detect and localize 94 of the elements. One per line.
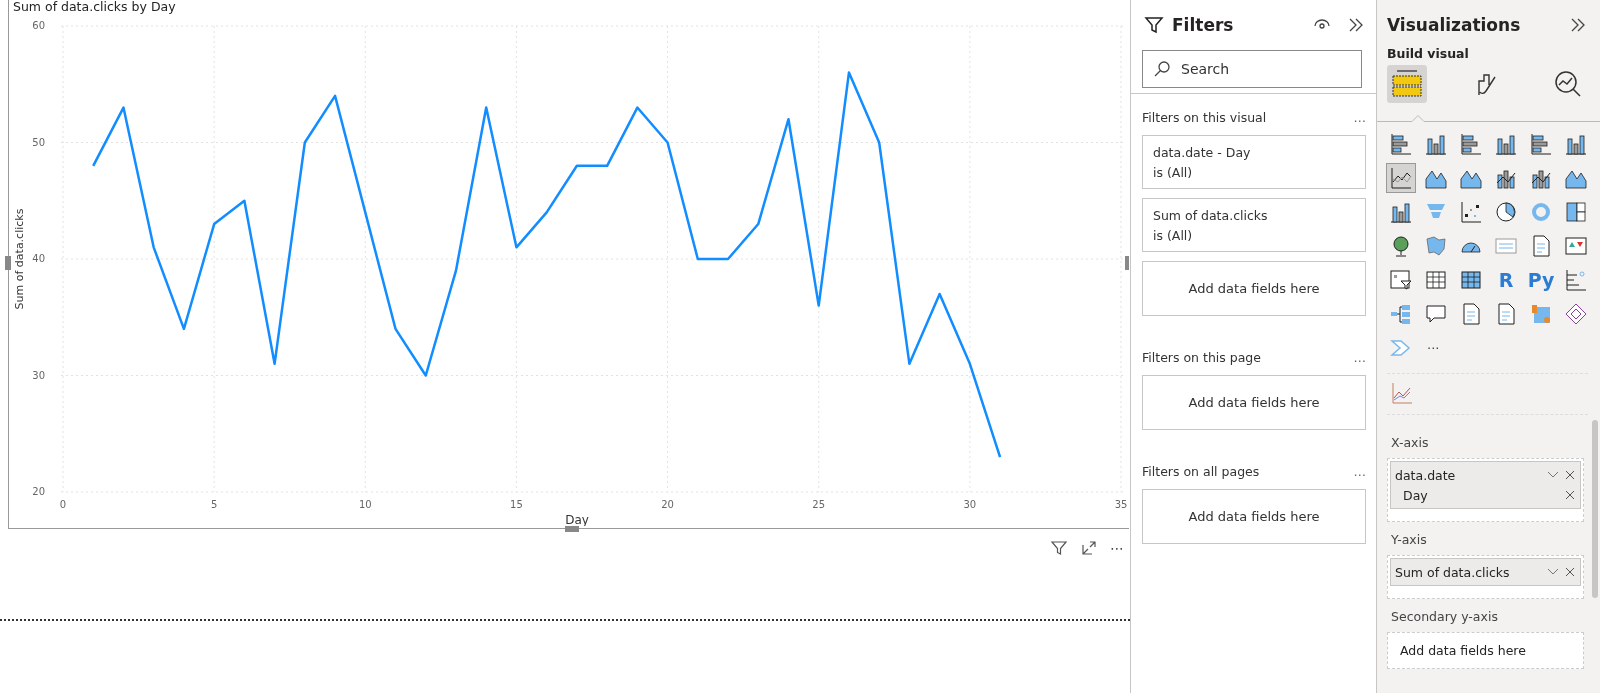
y-tick-label: 30	[32, 369, 45, 381]
filter-icon	[1144, 15, 1164, 35]
more-options-button[interactable]: …	[1353, 350, 1366, 365]
donut-chart-icon	[1530, 201, 1552, 223]
field-pill[interactable]: Sum of data.clicks	[1390, 558, 1581, 586]
x-tick-label: 35	[1114, 499, 1128, 510]
well-title: Secondary y-axis	[1390, 608, 1499, 626]
filter-field-name: Sum of data.clicks	[1153, 207, 1269, 223]
chevron-down-icon[interactable]	[1547, 471, 1559, 479]
filter-card[interactable]: Sum of data.clicks is (All)	[1142, 198, 1366, 252]
y-tick-label: 60	[32, 20, 45, 31]
resize-handle[interactable]	[5, 256, 11, 270]
visual-type-button[interactable]: Py	[1526, 265, 1556, 295]
decomposition-tree-icon	[1390, 303, 1412, 325]
table-icon	[1425, 269, 1447, 291]
search-icon	[1153, 60, 1171, 78]
section-title: Filters on all pages	[1142, 464, 1260, 479]
section-title: Filters on this page	[1142, 350, 1261, 365]
chevron-icon	[1390, 337, 1412, 359]
key-influencers-icon	[1565, 269, 1587, 291]
well-title: X-axis	[1390, 434, 1430, 452]
pie-chart-icon	[1495, 201, 1517, 223]
build-visual-label: Build visual	[1386, 45, 1470, 61]
y-tick-label: 50	[32, 136, 45, 148]
clustered-bar-chart-icon	[1460, 133, 1482, 155]
fields-icon	[1391, 69, 1423, 99]
field-name: Sum of data.clicks	[1395, 564, 1510, 580]
y-tick-label: 20	[32, 486, 45, 497]
field-name: Day	[1403, 487, 1428, 503]
section-title: Filters on this visual	[1142, 110, 1267, 125]
report-page-icon	[1495, 303, 1517, 325]
visualizations-title: Visualizations	[1387, 15, 1521, 35]
chart-title: Sum of data.clicks by Day	[12, 0, 177, 16]
x-tick-label: 5	[210, 499, 218, 510]
drop-zone[interactable]: Add data fields here	[1142, 261, 1366, 316]
x-axis-title: Day	[565, 513, 589, 526]
diamond-icon	[1565, 303, 1587, 325]
search-field[interactable]: Search	[1142, 50, 1362, 88]
close-icon[interactable]	[1565, 490, 1575, 500]
close-icon[interactable]	[1565, 470, 1575, 480]
drop-zone[interactable]: Add data fields here	[1142, 375, 1366, 430]
clustered-column-chart-icon	[1495, 133, 1517, 155]
x-tick-label: 0	[59, 499, 67, 510]
more-options-button[interactable]: …	[1353, 110, 1366, 125]
analytics-icon	[1553, 69, 1583, 99]
field-name: data.date	[1395, 467, 1456, 483]
close-icon[interactable]	[1565, 567, 1575, 577]
y-tick-label: 40	[32, 253, 45, 264]
line-column-chart-icon	[1495, 167, 1517, 189]
line-column-chart-icon	[1530, 167, 1552, 189]
filter-condition: is (All)	[1153, 227, 1194, 243]
slicer-icon	[1390, 269, 1412, 291]
bar-chart-icon	[1530, 133, 1552, 155]
x-tick-label: 15	[510, 499, 523, 510]
scrollbar[interactable]	[1592, 420, 1598, 598]
filter-field-name: data.date - Day	[1153, 144, 1252, 160]
more-visuals-button[interactable]: ···	[1421, 333, 1451, 363]
resize-handle[interactable]	[1125, 256, 1129, 270]
x-tick-label: 25	[812, 499, 826, 510]
chevron-down-icon[interactable]	[1547, 568, 1559, 576]
eye-icon[interactable]	[1314, 19, 1330, 31]
drop-zone[interactable]: Add data fields here	[1142, 489, 1366, 544]
treemap-icon	[1565, 201, 1587, 223]
line-chart-visual[interactable]: Sum of data.clicks by Day 20 30 40 50 60 0 5 10 15 20 25 30 35 Day Sum of data.clicks	[8, 0, 1129, 529]
focus-mode-icon[interactable]	[1080, 539, 1098, 557]
more-options-button[interactable]: ⋯	[1110, 540, 1124, 556]
collapse-icon[interactable]	[1570, 17, 1586, 33]
resize-handle[interactable]	[565, 526, 579, 532]
stacked-column-chart-icon	[1425, 133, 1447, 155]
fields-tab[interactable]	[1387, 65, 1427, 103]
field-pill[interactable]: data.date Day	[1390, 461, 1581, 509]
filters-title: Filters	[1172, 15, 1235, 35]
speech-bubble-icon	[1425, 303, 1447, 325]
collapse-icon[interactable]	[1348, 17, 1364, 33]
scatter-chart-icon	[1460, 201, 1482, 223]
document-icon	[1460, 303, 1482, 325]
line-chart-icon	[1390, 167, 1412, 189]
stacked-bar-chart-icon	[1390, 133, 1412, 155]
column-chart-icon	[1565, 133, 1587, 155]
filter-icon[interactable]	[1050, 539, 1068, 557]
x-tick-label: 10	[358, 499, 372, 510]
x-tick-label: 30	[963, 499, 977, 510]
y-axis-title: Sum of data.clicks	[13, 208, 26, 310]
waterfall-chart-icon	[1390, 201, 1412, 223]
x-tick-label: 20	[661, 499, 674, 510]
visual-type-button[interactable]: R	[1491, 265, 1521, 295]
filter-card[interactable]: data.date - Day is (All)	[1142, 135, 1366, 189]
line-chart-icon[interactable]	[1391, 382, 1413, 404]
well-title: Y-axis	[1390, 531, 1428, 549]
matrix-icon	[1460, 269, 1482, 291]
filter-condition: is (All)	[1153, 164, 1194, 180]
globe-icon	[1390, 235, 1412, 257]
more-options-button[interactable]: …	[1353, 464, 1366, 479]
filled-map-icon	[1425, 235, 1447, 257]
